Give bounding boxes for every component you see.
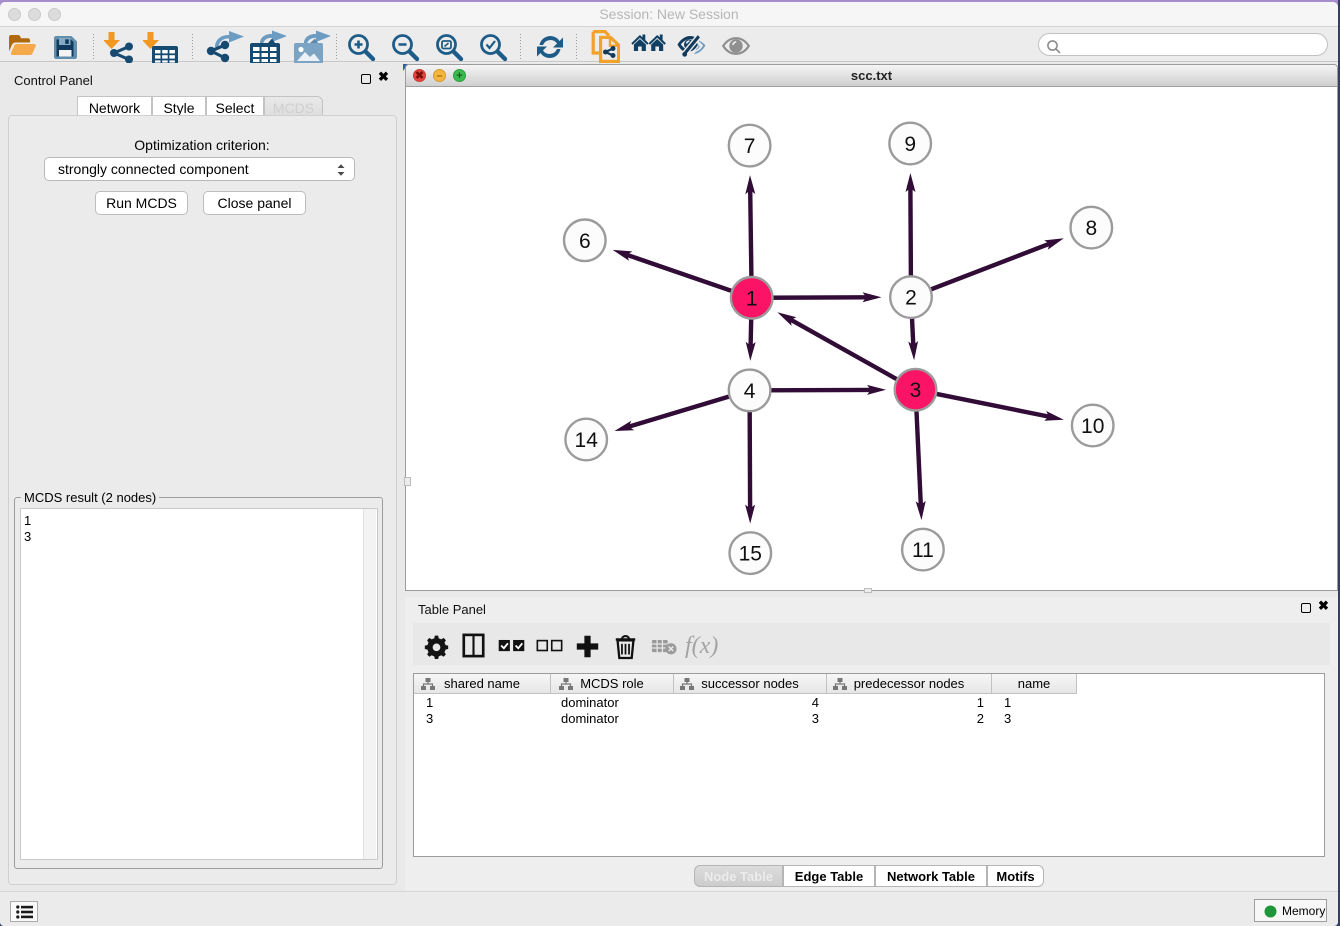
- svg-text:15: 15: [739, 543, 762, 566]
- svg-text:3: 3: [910, 379, 922, 402]
- svg-text:1: 1: [746, 287, 758, 310]
- svg-text:4: 4: [744, 380, 756, 403]
- svg-text:10: 10: [1081, 415, 1104, 438]
- svg-text:6: 6: [579, 230, 591, 253]
- svg-text:8: 8: [1085, 217, 1097, 240]
- svg-text:11: 11: [912, 539, 934, 562]
- svg-text:2: 2: [905, 287, 917, 310]
- svg-text:14: 14: [575, 429, 599, 452]
- svg-text:7: 7: [744, 135, 756, 158]
- svg-text:9: 9: [904, 133, 916, 156]
